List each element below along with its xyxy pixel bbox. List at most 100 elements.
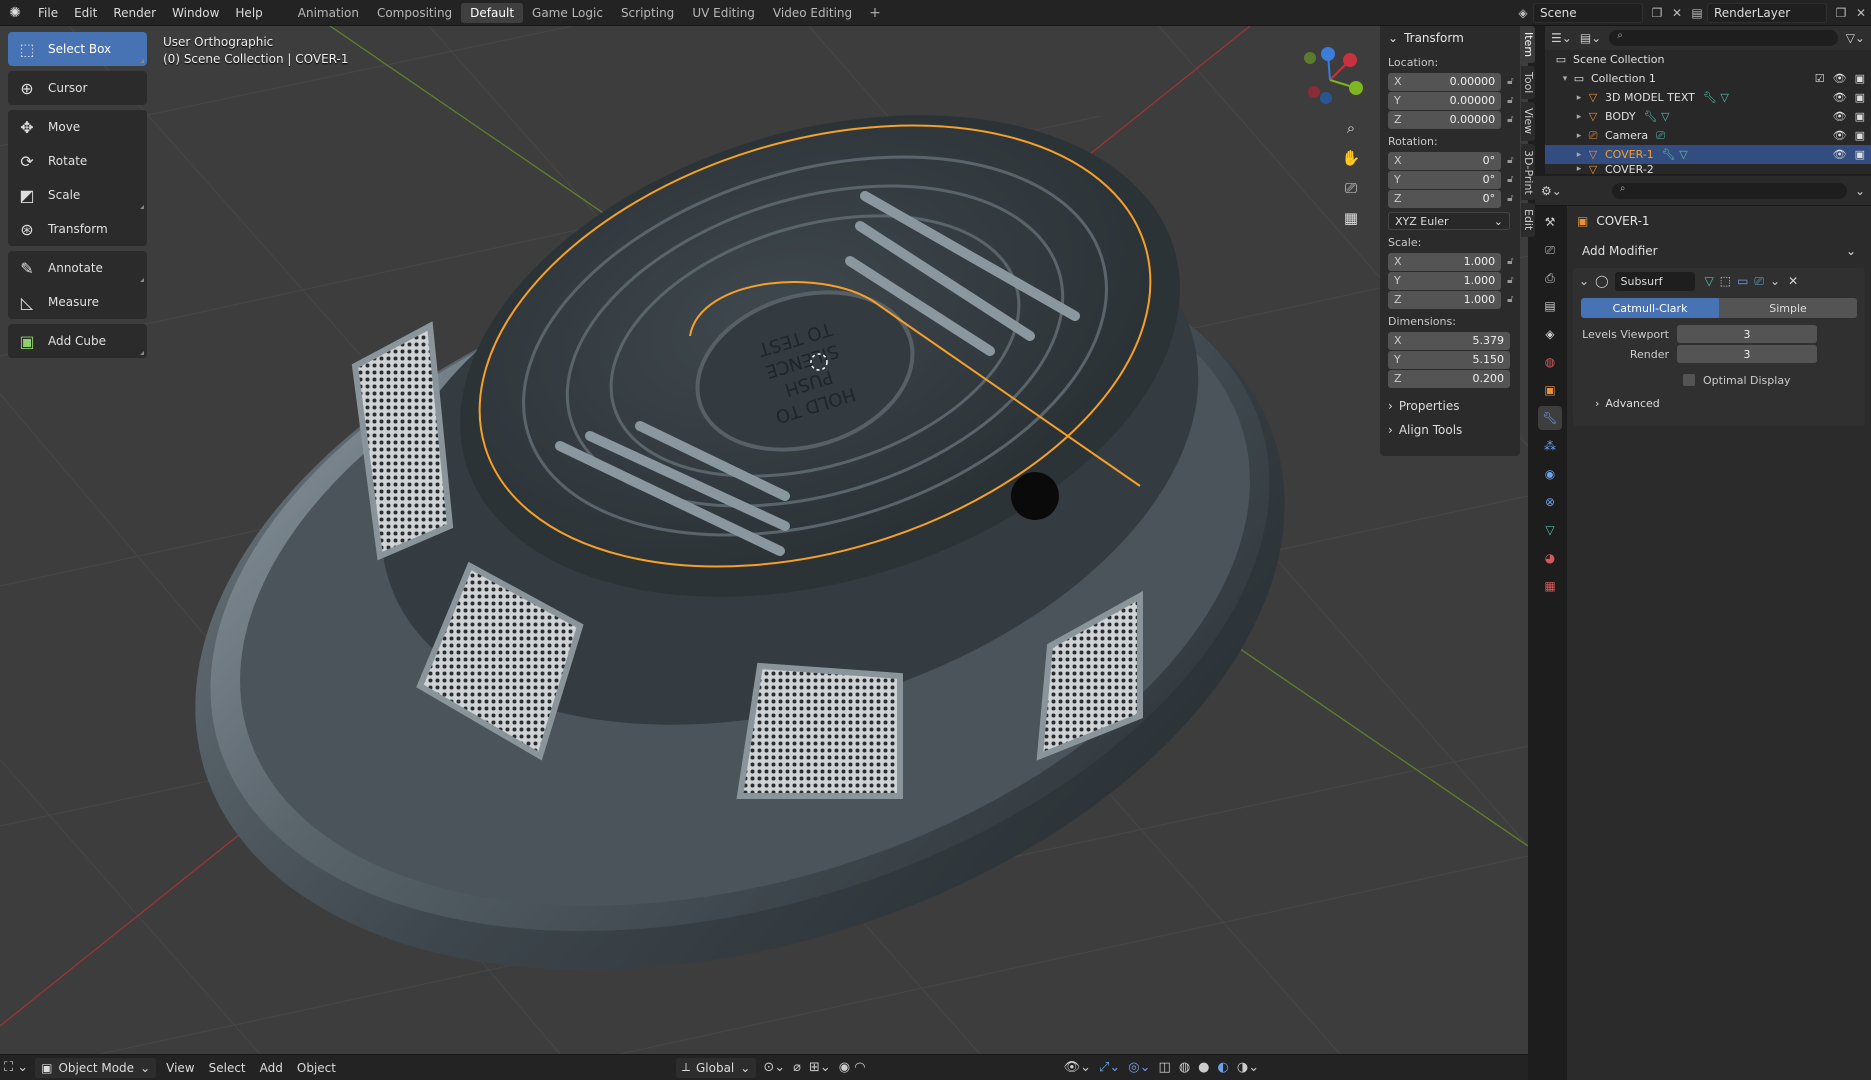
render-layer-icon[interactable]: ▤ (1687, 3, 1707, 23)
tool-measure[interactable]: ◺ Measure (8, 285, 147, 319)
tab-uv-editing[interactable]: UV Editing (683, 3, 764, 23)
location-y-field[interactable]: Y 0.00000 (1388, 91, 1502, 110)
outliner-item-cover-2[interactable]: ▸ ▽ COVER-2 (1545, 164, 1871, 174)
render-layer-selector[interactable]: RenderLayer (1707, 3, 1827, 23)
chevron-down-icon[interactable]: ⌄ (1579, 274, 1589, 288)
gizmo-x-icon[interactable] (1343, 53, 1357, 67)
chevron-down-icon[interactable]: ⌄ (1770, 274, 1780, 288)
tab-edit[interactable]: Edit (1521, 203, 1535, 237)
shading-solid-icon[interactable]: ● (1194, 1060, 1213, 1075)
menu-render[interactable]: Render (105, 0, 164, 26)
outliner-root-row[interactable]: ▭ Scene Collection (1545, 50, 1871, 69)
lock-icon[interactable]: 🔓︎ (1507, 95, 1520, 106)
eye-icon[interactable]: 👁︎ (1833, 129, 1847, 142)
scene-selector[interactable]: Scene (1533, 3, 1643, 23)
blender-logo-icon[interactable]: ✺ (0, 0, 30, 26)
pivot-icon[interactable]: ⊙⌄ (759, 1060, 789, 1075)
gizmo-neg-x-icon[interactable] (1308, 86, 1320, 98)
add-modifier-dropdown[interactable]: Add Modifier ⌄ (1575, 240, 1863, 262)
shading-material-icon[interactable]: ◐ (1214, 1060, 1233, 1075)
scale-z-field[interactable]: Z 1.000 (1388, 290, 1502, 309)
expand-right-icon[interactable]: ▸ (1573, 164, 1585, 174)
tab-item[interactable]: Item (1521, 26, 1535, 64)
eye-icon[interactable]: 👁︎ (1833, 91, 1847, 104)
align-tools-panel-header[interactable]: › Align Tools (1380, 418, 1520, 442)
expand-right-icon[interactable]: ▸ (1573, 150, 1585, 160)
visibility-icon[interactable]: 👁︎⌄ (1060, 1060, 1095, 1075)
menu-view[interactable]: View (159, 1061, 201, 1075)
tool-add-cube[interactable]: ▣ Add Cube (8, 324, 147, 358)
lock-icon[interactable]: 🔓︎ (1507, 275, 1520, 286)
menu-window[interactable]: Window (164, 0, 227, 26)
filter-icon[interactable]: ▽⌄ (1846, 31, 1865, 45)
catmull-clark-option[interactable]: Catmull-Clark (1581, 298, 1719, 318)
physics-icon[interactable]: ◉ (1538, 462, 1562, 486)
expand-right-icon[interactable]: ▸ (1573, 93, 1585, 103)
outliner-item-camera[interactable]: ▸ ⎚ Camera ⎚ 👁︎ ▣ (1545, 126, 1871, 145)
gizmo-neg-z-icon[interactable] (1320, 92, 1332, 104)
outliner-item-collection-1[interactable]: ▾ ▭ Collection 1 ☑ 👁︎ ▣ (1545, 69, 1871, 88)
delete-layer-icon[interactable]: ✕ (1851, 3, 1871, 23)
dimensions-x-field[interactable]: X 5.379 (1388, 331, 1510, 350)
dimensions-y-field[interactable]: Y 5.150 (1388, 350, 1510, 369)
tool-cursor[interactable]: ⊕ Cursor (8, 71, 147, 105)
rotation-x-field[interactable]: X 0° (1388, 151, 1502, 170)
outliner-item-body[interactable]: ▸ ▽ BODY 🔧︎ ▽ 👁︎ ▣ (1545, 107, 1871, 126)
chevron-down-icon[interactable]: ⌄ (1855, 184, 1865, 198)
render-camera-icon[interactable]: ▣ (1855, 72, 1865, 85)
lock-icon[interactable]: 🔓︎ (1507, 174, 1520, 185)
navigation-gizmo[interactable] (1290, 40, 1370, 120)
tab-view[interactable]: View (1521, 102, 1535, 141)
tool-settings-icon[interactable]: ⚒ (1538, 210, 1562, 234)
properties-search-input[interactable]: ⌕ (1611, 182, 1847, 199)
tab-scripting[interactable]: Scripting (612, 3, 683, 23)
tab-default[interactable]: Default (461, 2, 524, 23)
world-settings-icon[interactable]: ◍ (1538, 350, 1562, 374)
properties-editor-icon[interactable]: ⚙⌄ (1541, 184, 1562, 198)
overlays-icon[interactable]: ◎⌄ (1124, 1060, 1154, 1075)
scene-settings-icon[interactable]: ◈ (1538, 322, 1562, 346)
render-settings-icon[interactable]: ⎚ (1538, 238, 1562, 262)
render-levels-field[interactable]: 3 (1677, 345, 1817, 363)
object-settings-icon[interactable]: ▣ (1538, 378, 1562, 402)
lock-icon[interactable]: 🔓︎ (1507, 114, 1520, 125)
outliner-item-3d-model-text[interactable]: ▸ ▽ 3D MODEL TEXT 🔧︎ ▽ 👁︎ ▣ (1545, 88, 1871, 107)
render-camera-icon[interactable]: ▣ (1855, 110, 1865, 123)
tool-rotate[interactable]: ⟳ Rotate (8, 144, 147, 178)
delete-scene-icon[interactable]: ✕ (1667, 3, 1687, 23)
render-toggle-icon[interactable]: ⎚ (1754, 274, 1764, 289)
shading-wireframe-icon[interactable]: ◍ (1175, 1060, 1194, 1075)
gizmo-z-icon[interactable] (1321, 47, 1335, 61)
modifier-name-input[interactable]: Subsurf (1614, 271, 1695, 291)
editor-type-icon[interactable]: ⛶ ⌄ (0, 1060, 32, 1075)
tool-move[interactable]: ✥ Move (8, 110, 147, 144)
tab-compositing[interactable]: Compositing (368, 3, 461, 23)
outliner-editor-icon[interactable]: ☰⌄ (1551, 31, 1572, 45)
pan-hand-icon[interactable]: ✋ (1337, 144, 1365, 172)
properties-panel-header[interactable]: › Properties (1380, 394, 1520, 418)
gizmo-neg-y-icon[interactable] (1304, 52, 1316, 64)
optimal-display-checkbox[interactable] (1683, 374, 1695, 386)
object-data-icon[interactable]: ▽ (1538, 518, 1562, 542)
tab-tool[interactable]: Tool (1521, 66, 1535, 100)
rotation-mode-select[interactable]: XYZ Euler ⌄ (1388, 212, 1510, 230)
eye-icon[interactable]: 👁︎ (1833, 110, 1847, 123)
tool-transform[interactable]: ⊛ Transform (8, 212, 147, 246)
view-layer-icon[interactable]: ▤ (1538, 294, 1562, 318)
cage-toggle-icon[interactable]: ⬚ (1720, 274, 1731, 288)
modifier-settings-icon[interactable]: 🔧︎ (1538, 406, 1562, 430)
scale-x-field[interactable]: X 1.000 (1388, 252, 1502, 271)
material-icon[interactable]: ◕ (1538, 546, 1562, 570)
xray-icon[interactable]: ◫ (1155, 1060, 1175, 1075)
simple-option[interactable]: Simple (1719, 298, 1857, 318)
tab-game-logic[interactable]: Game Logic (523, 3, 612, 23)
tool-annotate[interactable]: ✎ Annotate (8, 251, 147, 285)
lock-icon[interactable]: 🔓︎ (1507, 76, 1520, 87)
remove-modifier-icon[interactable]: ✕ (1788, 274, 1798, 288)
menu-select[interactable]: Select (202, 1061, 253, 1075)
levels-viewport-field[interactable]: 3 (1677, 325, 1817, 343)
transform-header[interactable]: ⌄ Transform (1380, 26, 1520, 50)
ortho-grid-icon[interactable]: ▦ (1337, 204, 1365, 232)
tool-scale[interactable]: ◩ Scale (8, 178, 147, 212)
add-workspace-button[interactable]: + (861, 5, 889, 21)
